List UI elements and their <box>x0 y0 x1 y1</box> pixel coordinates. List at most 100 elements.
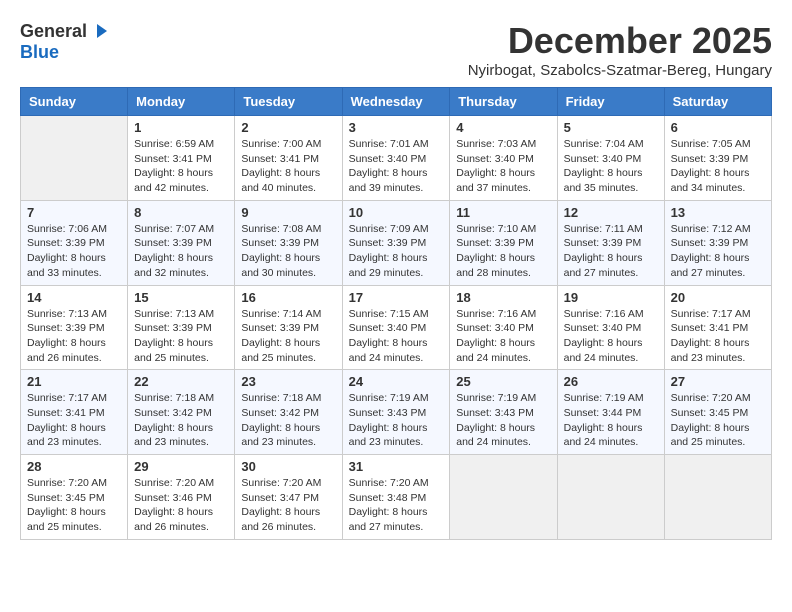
day-number: 23 <box>241 374 335 389</box>
day-info: Sunrise: 7:04 AM Sunset: 3:40 PM Dayligh… <box>564 137 658 196</box>
calendar-cell: 19 Sunrise: 7:16 AM Sunset: 3:40 PM Dayli… <box>557 285 664 370</box>
calendar-cell <box>450 455 557 540</box>
day-info: Sunrise: 7:12 AM Sunset: 3:39 PM Dayligh… <box>671 222 765 281</box>
weekday-header-friday: Friday <box>557 88 664 116</box>
day-info: Sunrise: 7:06 AM Sunset: 3:39 PM Dayligh… <box>27 222 121 281</box>
calendar-cell: 5 Sunrise: 7:04 AM Sunset: 3:40 PM Daylig… <box>557 116 664 201</box>
calendar-cell: 13 Sunrise: 7:12 AM Sunset: 3:39 PM Dayli… <box>664 200 771 285</box>
day-number: 24 <box>349 374 444 389</box>
day-info: Sunrise: 7:10 AM Sunset: 3:39 PM Dayligh… <box>456 222 550 281</box>
day-info: Sunrise: 7:16 AM Sunset: 3:40 PM Dayligh… <box>564 307 658 366</box>
day-number: 28 <box>27 459 121 474</box>
calendar-cell: 2 Sunrise: 7:00 AM Sunset: 3:41 PM Daylig… <box>235 116 342 201</box>
calendar-cell: 27 Sunrise: 7:20 AM Sunset: 3:45 PM Dayli… <box>664 370 771 455</box>
calendar-cell: 17 Sunrise: 7:15 AM Sunset: 3:40 PM Dayli… <box>342 285 450 370</box>
calendar-cell: 22 Sunrise: 7:18 AM Sunset: 3:42 PM Dayli… <box>128 370 235 455</box>
day-info: Sunrise: 7:19 AM Sunset: 3:43 PM Dayligh… <box>349 391 444 450</box>
calendar-cell: 1 Sunrise: 6:59 AM Sunset: 3:41 PM Daylig… <box>128 116 235 201</box>
day-info: Sunrise: 7:16 AM Sunset: 3:40 PM Dayligh… <box>456 307 550 366</box>
title-area: December 2025 Nyirbogat, Szabolcs-Szatma… <box>468 20 772 79</box>
day-number: 8 <box>134 205 228 220</box>
month-title: December 2025 <box>468 20 772 62</box>
calendar-cell: 9Sunrise: 7:08 AM Sunset: 3:39 PM Daylig… <box>235 200 342 285</box>
day-number: 25 <box>456 374 550 389</box>
calendar-cell: 16Sunrise: 7:14 AM Sunset: 3:39 PM Dayli… <box>235 285 342 370</box>
day-info: Sunrise: 7:20 AM Sunset: 3:45 PM Dayligh… <box>27 476 121 535</box>
day-info: Sunrise: 7:20 AM Sunset: 3:46 PM Dayligh… <box>134 476 228 535</box>
day-info: Sunrise: 7:08 AM Sunset: 3:39 PM Dayligh… <box>241 222 335 281</box>
day-info: Sunrise: 7:18 AM Sunset: 3:42 PM Dayligh… <box>134 391 228 450</box>
logo-blue: Blue <box>20 42 59 62</box>
day-info: Sunrise: 7:20 AM Sunset: 3:48 PM Dayligh… <box>349 476 444 535</box>
calendar-cell: 29Sunrise: 7:20 AM Sunset: 3:46 PM Dayli… <box>128 455 235 540</box>
day-info: Sunrise: 7:20 AM Sunset: 3:45 PM Dayligh… <box>671 391 765 450</box>
day-number: 7 <box>27 205 121 220</box>
day-number: 22 <box>134 374 228 389</box>
day-info: Sunrise: 7:00 AM Sunset: 3:41 PM Dayligh… <box>241 137 335 196</box>
day-info: Sunrise: 7:09 AM Sunset: 3:39 PM Dayligh… <box>349 222 444 281</box>
day-info: Sunrise: 7:19 AM Sunset: 3:44 PM Dayligh… <box>564 391 658 450</box>
calendar-cell <box>557 455 664 540</box>
calendar-cell: 10 Sunrise: 7:09 AM Sunset: 3:39 PM Dayli… <box>342 200 450 285</box>
weekday-header-monday: Monday <box>128 88 235 116</box>
calendar-cell: 11Sunrise: 7:10 AM Sunset: 3:39 PM Dayli… <box>450 200 557 285</box>
day-info: Sunrise: 7:17 AM Sunset: 3:41 PM Dayligh… <box>671 307 765 366</box>
day-number: 10 <box>349 205 444 220</box>
header: General Blue December 2025 Nyirbogat, Sz… <box>20 20 772 79</box>
weekday-header-wednesday: Wednesday <box>342 88 450 116</box>
calendar-cell: 25 Sunrise: 7:19 AM Sunset: 3:43 PM Dayli… <box>450 370 557 455</box>
day-number: 5 <box>564 120 658 135</box>
calendar-cell: 21 Sunrise: 7:17 AM Sunset: 3:41 PM Dayli… <box>21 370 128 455</box>
calendar-week-3: 14 Sunrise: 7:13 AM Sunset: 3:39 PM Dayli… <box>21 285 772 370</box>
day-number: 17 <box>349 290 444 305</box>
day-info: Sunrise: 7:18 AM Sunset: 3:42 PM Dayligh… <box>241 391 335 450</box>
day-info: Sunrise: 7:19 AM Sunset: 3:43 PM Dayligh… <box>456 391 550 450</box>
day-number: 2 <box>241 120 335 135</box>
day-info: Sunrise: 7:01 AM Sunset: 3:40 PM Dayligh… <box>349 137 444 196</box>
calendar-week-5: 28 Sunrise: 7:20 AM Sunset: 3:45 PM Dayli… <box>21 455 772 540</box>
calendar-cell: 3 Sunrise: 7:01 AM Sunset: 3:40 PM Daylig… <box>342 116 450 201</box>
day-number: 19 <box>564 290 658 305</box>
day-number: 21 <box>27 374 121 389</box>
day-number: 12 <box>564 205 658 220</box>
day-number: 3 <box>349 120 444 135</box>
weekday-header-sunday: Sunday <box>21 88 128 116</box>
calendar-cell <box>664 455 771 540</box>
day-info: Sunrise: 7:05 AM Sunset: 3:39 PM Dayligh… <box>671 137 765 196</box>
calendar-cell: 31 Sunrise: 7:20 AM Sunset: 3:48 PM Dayli… <box>342 455 450 540</box>
calendar-cell: 15Sunrise: 7:13 AM Sunset: 3:39 PM Dayli… <box>128 285 235 370</box>
weekday-header-saturday: Saturday <box>664 88 771 116</box>
calendar-week-1: 1 Sunrise: 6:59 AM Sunset: 3:41 PM Daylig… <box>21 116 772 201</box>
weekday-header-thursday: Thursday <box>450 88 557 116</box>
day-info: Sunrise: 7:20 AM Sunset: 3:47 PM Dayligh… <box>241 476 335 535</box>
day-number: 18 <box>456 290 550 305</box>
calendar-cell: 14 Sunrise: 7:13 AM Sunset: 3:39 PM Dayli… <box>21 285 128 370</box>
calendar-cell: 12Sunrise: 7:11 AM Sunset: 3:39 PM Dayli… <box>557 200 664 285</box>
day-number: 31 <box>349 459 444 474</box>
day-info: Sunrise: 7:17 AM Sunset: 3:41 PM Dayligh… <box>27 391 121 450</box>
weekday-header-tuesday: Tuesday <box>235 88 342 116</box>
location-title: Nyirbogat, Szabolcs-Szatmar-Bereg, Hunga… <box>468 62 772 79</box>
calendar-cell: 4Sunrise: 7:03 AM Sunset: 3:40 PM Daylig… <box>450 116 557 201</box>
calendar-cell: 6 Sunrise: 7:05 AM Sunset: 3:39 PM Daylig… <box>664 116 771 201</box>
day-info: Sunrise: 7:07 AM Sunset: 3:39 PM Dayligh… <box>134 222 228 281</box>
day-number: 27 <box>671 374 765 389</box>
calendar-cell: 28 Sunrise: 7:20 AM Sunset: 3:45 PM Dayli… <box>21 455 128 540</box>
day-info: Sunrise: 7:15 AM Sunset: 3:40 PM Dayligh… <box>349 307 444 366</box>
day-number: 6 <box>671 120 765 135</box>
day-number: 13 <box>671 205 765 220</box>
calendar-week-2: 7 Sunrise: 7:06 AM Sunset: 3:39 PM Daylig… <box>21 200 772 285</box>
calendar-cell: 18 Sunrise: 7:16 AM Sunset: 3:40 PM Dayli… <box>450 285 557 370</box>
day-info: Sunrise: 6:59 AM Sunset: 3:41 PM Dayligh… <box>134 137 228 196</box>
calendar-cell: 30 Sunrise: 7:20 AM Sunset: 3:47 PM Dayli… <box>235 455 342 540</box>
day-number: 30 <box>241 459 335 474</box>
day-info: Sunrise: 7:13 AM Sunset: 3:39 PM Dayligh… <box>27 307 121 366</box>
day-number: 4 <box>456 120 550 135</box>
logo-general: General <box>20 21 87 42</box>
calendar-cell: 26Sunrise: 7:19 AM Sunset: 3:44 PM Dayli… <box>557 370 664 455</box>
day-info: Sunrise: 7:14 AM Sunset: 3:39 PM Dayligh… <box>241 307 335 366</box>
calendar-table: SundayMondayTuesdayWednesdayThursdayFrid… <box>20 87 772 540</box>
calendar-week-4: 21 Sunrise: 7:17 AM Sunset: 3:41 PM Dayli… <box>21 370 772 455</box>
day-number: 14 <box>27 290 121 305</box>
day-number: 1 <box>134 120 228 135</box>
